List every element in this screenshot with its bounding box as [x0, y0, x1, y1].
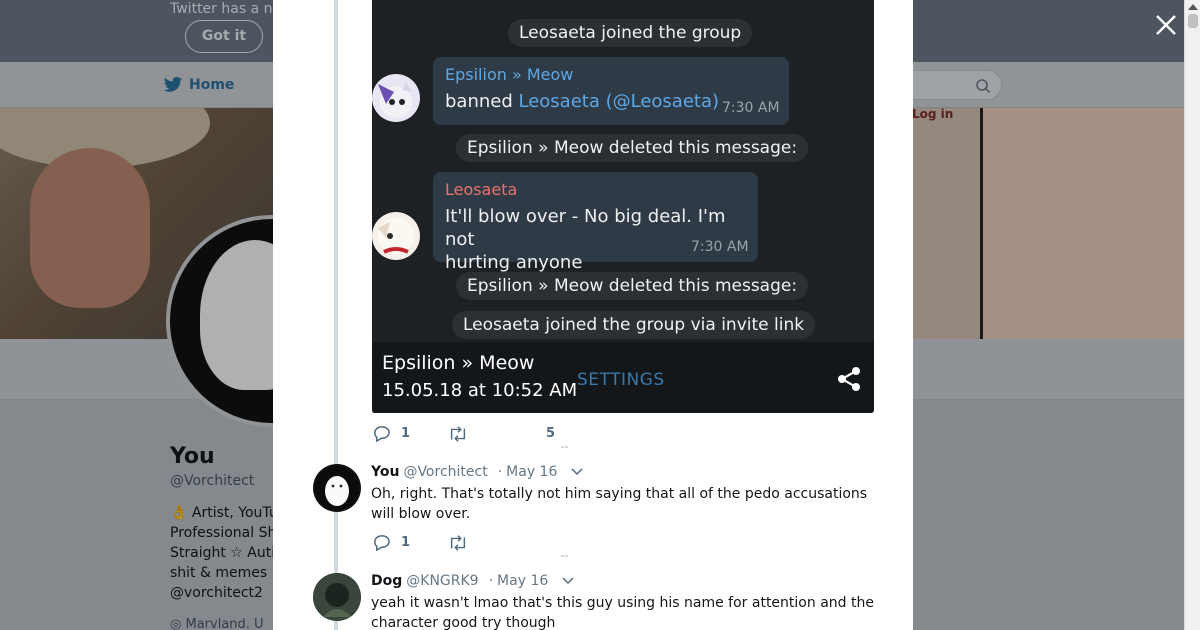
scrollbar-thumb[interactable]	[1188, 14, 1198, 28]
tweet-actions: 1 5	[372, 425, 555, 442]
page-scrollbar[interactable]	[1184, 0, 1200, 630]
bubble-sender: Epsilion » Meow	[445, 65, 574, 84]
image-footer-settings: SETTINGS	[577, 370, 665, 390]
conversation-dots: ˜˜	[560, 555, 569, 566]
reply-tweet[interactable]: Dog @KNGRK9 · May 16 yeah it wasn't lmao…	[313, 573, 874, 630]
close-icon[interactable]	[1153, 12, 1179, 38]
reply-author-handle[interactable]: @KNGRK9	[406, 573, 478, 589]
avatar[interactable]	[313, 464, 361, 512]
reply-actions: 1	[372, 534, 468, 551]
tweet-media-image[interactable]: Leosaeta joined the group Epsilion » Meo…	[372, 0, 874, 413]
system-message: Leosaeta joined the group via invite lin…	[452, 311, 816, 339]
chat-bubble-leosaeta: Leosaeta It'll blow over - No big deal. …	[433, 172, 758, 273]
chevron-down-icon[interactable]	[571, 466, 583, 478]
like-count: 5	[546, 426, 556, 441]
share-icon	[838, 367, 860, 391]
retweet-icon	[450, 425, 466, 442]
system-message: Leosaeta joined the group	[508, 19, 753, 47]
image-footer-date: 15.05.18 at 10:52 AM	[382, 380, 578, 401]
system-message: Epsilion » Meow deleted this message:	[456, 134, 809, 162]
reply-icon	[374, 426, 390, 442]
bubble-time: 7:30 AM	[722, 100, 780, 116]
reply-date[interactable]: May 16	[506, 464, 557, 480]
reply-text: yeah it wasn't lmao that's this guy usin…	[371, 595, 874, 630]
system-message: Epsilion » Meow deleted this message:	[456, 272, 809, 300]
reply-author-name[interactable]: You	[371, 464, 399, 480]
conversation-dots: ˜˜	[560, 446, 569, 457]
image-footer: Epsilion » Meow 15.05.18 at 10:52 AM SET…	[372, 342, 874, 413]
reply-date[interactable]: May 16	[497, 573, 548, 589]
reply-header: You @Vorchitect · May 16	[371, 464, 583, 480]
retweet-button[interactable]	[448, 425, 468, 442]
image-footer-title: Epsilion » Meow	[382, 352, 535, 374]
reply-author-handle[interactable]: @Vorchitect	[403, 464, 487, 480]
reply-button[interactable]: 1	[372, 534, 410, 551]
reply-text: Oh, right. That's totally not him saying…	[371, 486, 868, 522]
like-button[interactable]: 5	[546, 426, 555, 441]
chat-bubble-ban: Epsilion » Meow banned Leosaeta (@Leosae…	[433, 57, 789, 125]
chat-avatar-leosaeta	[372, 212, 420, 260]
bubble-time: 7:30 AM	[691, 239, 749, 255]
tweet-modal: Leosaeta joined the group Epsilion » Meo…	[273, 0, 913, 630]
scroll-up-arrow-icon[interactable]	[1188, 4, 1198, 10]
reply-author-name[interactable]: Dog	[371, 573, 402, 589]
reply-count: 1	[401, 535, 411, 550]
chat-avatar-epsilion	[372, 74, 420, 122]
reply-icon	[374, 535, 390, 551]
reply-button[interactable]: 1	[372, 425, 410, 442]
reply-header: Dog @KNGRK9 · May 16	[371, 573, 574, 589]
avatar[interactable]	[313, 573, 361, 621]
bubble-sender: Leosaeta	[445, 180, 518, 199]
retweet-button[interactable]	[448, 534, 468, 551]
chevron-down-icon[interactable]	[562, 575, 574, 587]
reply-count: 1	[401, 426, 411, 441]
retweet-icon	[450, 534, 466, 551]
